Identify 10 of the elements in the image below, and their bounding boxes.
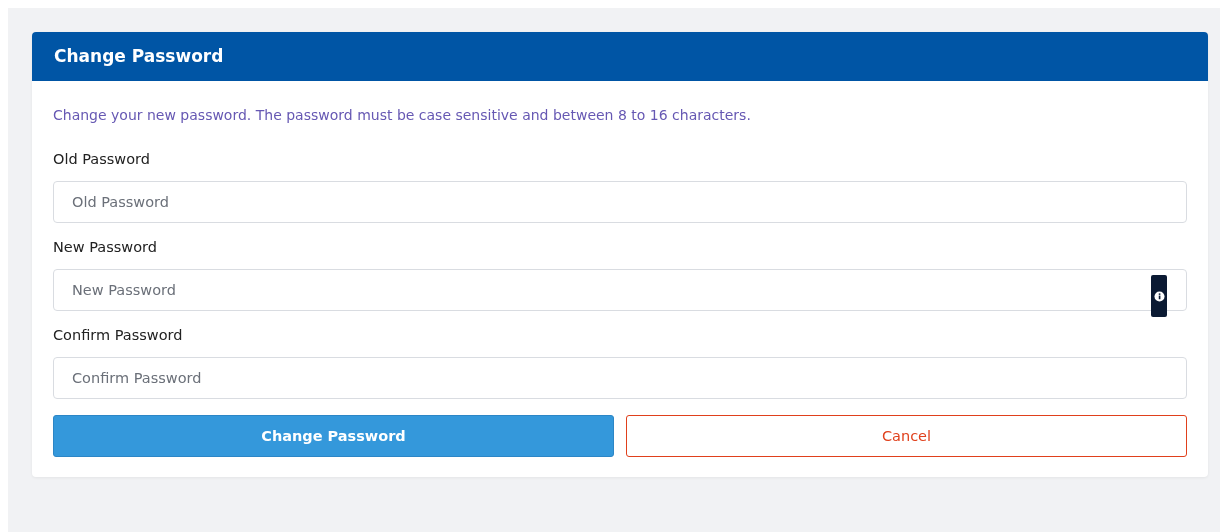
description-text: Change your new password. The password must be case sensitive and between 8 to 16 characters.	[53, 107, 752, 123]
password-field[interactable]: New Password	[53, 269, 1187, 311]
password-field[interactable]: Old Password	[53, 181, 1187, 223]
submit-button[interactable]: Change Password	[53, 415, 614, 457]
field-label: Old Password	[53, 151, 151, 167]
card-header: Change Password	[32, 32, 1208, 81]
field-label: Confirm Password	[53, 327, 184, 343]
password-field[interactable]: Confirm Password	[53, 357, 1187, 399]
field-label: New Password	[53, 239, 158, 255]
cancel-button[interactable]: Cancel	[626, 415, 1187, 457]
